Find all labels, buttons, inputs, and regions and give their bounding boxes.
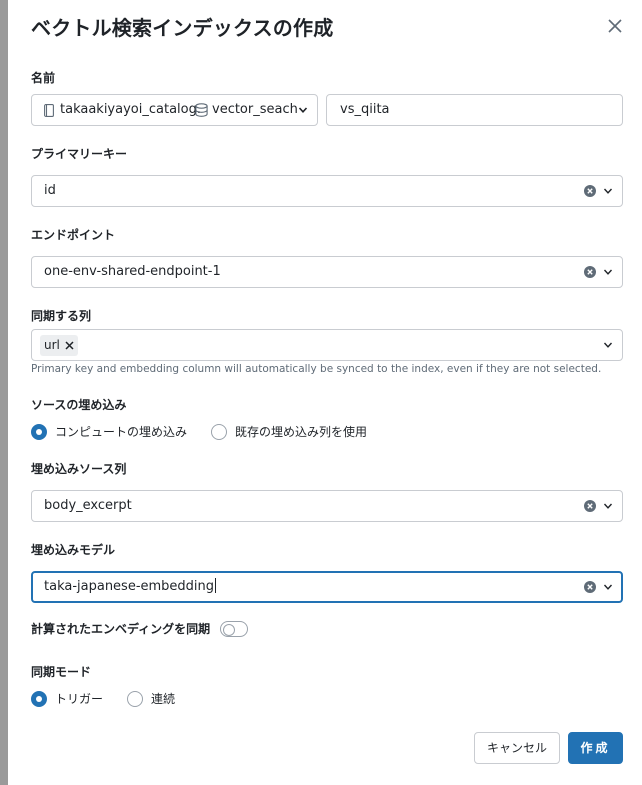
catalog-icon: [44, 104, 54, 117]
column-tag-url: url: [40, 335, 78, 356]
clear-icon[interactable]: [584, 500, 596, 512]
text-caret: [215, 578, 217, 593]
index-name-value: vs_qiita: [340, 102, 390, 117]
embedding-model-value: taka-japanese-embedding: [44, 578, 217, 594]
radio-label: トリガー: [55, 692, 104, 706]
sync-columns-label: 同期する列: [31, 309, 92, 323]
radio-continuous[interactable]: 連続: [127, 690, 175, 707]
radio-label: 既存の埋め込み列を使用: [235, 425, 368, 439]
embedding-model-label: 埋め込みモデル: [31, 543, 116, 557]
catalog-name: takaakiyayoi_catalog.: [60, 102, 201, 117]
radio-button[interactable]: [127, 690, 144, 707]
primary-key-value: id: [44, 183, 56, 198]
name-label: 名前: [31, 71, 56, 85]
clear-icon[interactable]: [584, 185, 596, 197]
clear-icon[interactable]: [584, 581, 596, 593]
sync-computed-embeddings-label: 計算されたエンベディングを同期: [31, 622, 211, 636]
embedding-source-label: ソースの埋め込み: [31, 398, 127, 412]
chevron-down-icon[interactable]: [298, 105, 308, 115]
sync-columns-select[interactable]: url: [31, 329, 623, 361]
chevron-down-icon[interactable]: [603, 267, 613, 277]
embedding-model-select[interactable]: taka-japanese-embedding: [31, 571, 623, 603]
chevron-down-icon[interactable]: [603, 186, 613, 196]
radio-button[interactable]: [211, 423, 228, 440]
sync-computed-embeddings-toggle[interactable]: [220, 620, 249, 637]
close-icon[interactable]: [604, 15, 626, 37]
endpoint-select[interactable]: one-env-shared-endpoint-1: [31, 256, 623, 288]
cancel-button[interactable]: キャンセル: [474, 732, 560, 764]
catalog-schema-selector[interactable]: takaakiyayoi_catalog. vector_seach: [31, 94, 318, 126]
sync-columns-help-text: Primary key and embedding column will au…: [31, 363, 602, 375]
embedding-source-column-label: 埋め込みソース列: [31, 462, 127, 476]
radio-label: コンピュートの埋め込み: [55, 425, 188, 439]
primary-key-select[interactable]: id: [31, 175, 623, 207]
create-button[interactable]: 作成: [568, 732, 623, 764]
chevron-down-icon[interactable]: [603, 582, 613, 592]
radio-triggered[interactable]: トリガー: [31, 690, 103, 707]
create-vector-index-dialog: ベクトル検索インデックスの作成 名前 takaakiyayoi_catalog.…: [8, 0, 642, 785]
primary-key-label: プライマリーキー: [31, 147, 128, 161]
endpoint-value: one-env-shared-endpoint-1: [44, 264, 221, 279]
radio-compute-embeddings[interactable]: コンピュートの埋め込み: [31, 423, 187, 440]
dialog-title: ベクトル検索インデックスの作成: [31, 16, 334, 40]
radio-existing-embedding-column[interactable]: 既存の埋め込み列を使用: [211, 423, 367, 440]
schema-icon: [195, 103, 208, 117]
schema-name: vector_seach: [212, 102, 298, 117]
sync-mode-label: 同期モード: [31, 665, 92, 679]
embedding-source-column-select[interactable]: body_excerpt: [31, 490, 623, 522]
index-name-input[interactable]: vs_qiita: [326, 94, 623, 126]
clear-icon[interactable]: [584, 266, 596, 278]
column-tag-label: url: [44, 338, 60, 352]
chevron-down-icon[interactable]: [603, 340, 613, 350]
remove-tag-icon[interactable]: [65, 341, 74, 350]
radio-label: 連続: [151, 692, 176, 706]
radio-button-selected[interactable]: [31, 423, 47, 440]
embedding-source-column-value: body_excerpt: [44, 498, 132, 513]
chevron-down-icon[interactable]: [603, 501, 613, 511]
radio-button-selected[interactable]: [31, 690, 47, 707]
sync-computed-embeddings-row: 計算されたエンベディングを同期: [31, 620, 249, 637]
endpoint-label: エンドポイント: [31, 228, 116, 242]
sync-mode-radio-group: トリガー 連続: [31, 690, 175, 707]
embedding-source-radio-group: コンピュートの埋め込み 既存の埋め込み列を使用: [31, 423, 367, 440]
